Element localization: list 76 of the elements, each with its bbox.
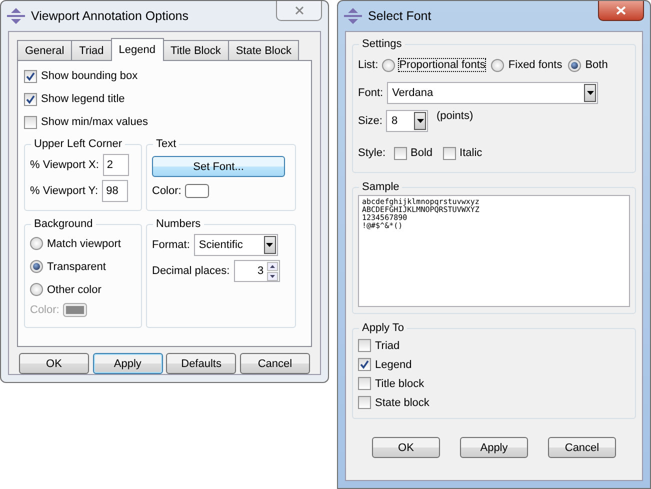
group-title: Numbers bbox=[155, 218, 202, 230]
tab[interactable]: General bbox=[17, 40, 72, 60]
checkbox-label[interactable]: Show min/max values bbox=[41, 116, 148, 128]
radio-button[interactable] bbox=[382, 58, 396, 72]
app-icon bbox=[7, 8, 25, 24]
dialog-button[interactable]: Apply bbox=[92, 353, 163, 374]
size-dropdown[interactable]: 8 bbox=[386, 110, 428, 132]
checkbox-label[interactable]: State block bbox=[375, 396, 430, 408]
radio-button[interactable] bbox=[30, 260, 43, 273]
radio-button[interactable] bbox=[30, 237, 43, 250]
field-label: Format: bbox=[152, 239, 190, 251]
color-swatch[interactable] bbox=[185, 184, 210, 198]
input-field[interactable]: 98 bbox=[102, 180, 128, 202]
checkbox[interactable] bbox=[358, 377, 371, 390]
close-button[interactable] bbox=[598, 1, 644, 21]
radio-label[interactable]: Fixed fonts bbox=[508, 59, 562, 71]
field-label: Style: bbox=[358, 147, 386, 159]
dialog-button[interactable]: Cancel bbox=[548, 437, 616, 458]
input-field[interactable]: 2 bbox=[102, 154, 129, 176]
checkbox[interactable] bbox=[394, 146, 407, 160]
tab[interactable]: Legend bbox=[110, 38, 164, 61]
checkbox-label[interactable]: Legend bbox=[375, 358, 412, 370]
checkbox[interactable] bbox=[358, 396, 371, 409]
dialog-button[interactable]: Defaults bbox=[166, 353, 236, 374]
checkbox-label[interactable]: Title block bbox=[375, 378, 424, 390]
radio-label[interactable]: Match viewport bbox=[47, 238, 121, 250]
color-label: Color: bbox=[30, 304, 60, 316]
tab[interactable]: State Block bbox=[228, 40, 300, 60]
radio-label[interactable]: Transparent bbox=[47, 260, 106, 272]
radio-button[interactable] bbox=[30, 283, 43, 296]
spin-arrows-icon[interactable] bbox=[266, 262, 278, 280]
set-font-button[interactable]: Set Font... bbox=[152, 156, 285, 177]
checkbox[interactable] bbox=[358, 358, 371, 371]
color-swatch[interactable] bbox=[63, 303, 88, 317]
color-label: Color: bbox=[152, 185, 182, 197]
dialog-button[interactable]: Apply bbox=[460, 437, 528, 458]
checkbox[interactable] bbox=[24, 92, 37, 106]
app-icon bbox=[344, 8, 362, 24]
radio-label[interactable]: Other color bbox=[47, 284, 102, 296]
spin-field[interactable]: 3 bbox=[234, 260, 280, 282]
field-label: Decimal places: bbox=[152, 265, 230, 277]
field-label: List: bbox=[358, 59, 378, 71]
tab[interactable]: Triad bbox=[71, 40, 112, 60]
field-label: % Viewport X: bbox=[30, 159, 99, 171]
radio-button[interactable] bbox=[568, 58, 582, 72]
field-label: Font: bbox=[358, 87, 384, 99]
checkbox[interactable] bbox=[358, 339, 371, 352]
font-dropdown[interactable]: Verdana bbox=[387, 82, 598, 104]
checkbox-label[interactable]: Triad bbox=[375, 340, 400, 352]
radio-label[interactable]: Proportional fonts bbox=[399, 59, 486, 71]
radio-button[interactable] bbox=[491, 58, 504, 72]
window-title: Viewport Annotation Options bbox=[31, 9, 189, 23]
close-icon[interactable] bbox=[294, 6, 304, 15]
dialog-button[interactable]: Cancel bbox=[240, 353, 310, 374]
group-title: Text bbox=[155, 138, 178, 150]
checkbox-label[interactable]: Show legend title bbox=[41, 93, 125, 105]
field-label: Size: bbox=[358, 115, 382, 127]
checkbox[interactable] bbox=[24, 116, 37, 128]
group-title: Apply To bbox=[361, 322, 405, 334]
field-label: % Viewport Y: bbox=[30, 185, 98, 197]
radio-label[interactable]: Both bbox=[585, 59, 608, 71]
unit-label: (points) bbox=[436, 110, 474, 122]
checkbox-label[interactable]: Show bounding box bbox=[41, 70, 138, 82]
checkbox[interactable] bbox=[24, 70, 37, 82]
format-dropdown[interactable]: Scientific bbox=[194, 234, 278, 256]
group-title: Settings bbox=[361, 38, 403, 50]
tab[interactable]: Title Block bbox=[162, 40, 229, 60]
group-title: Upper Left Corner bbox=[33, 138, 124, 150]
group-title: Sample bbox=[361, 181, 400, 193]
checkbox[interactable] bbox=[442, 146, 456, 160]
dialog-button[interactable]: OK bbox=[372, 437, 440, 458]
dialog-button[interactable]: OK bbox=[19, 353, 89, 374]
window-title: Select Font bbox=[368, 9, 432, 23]
checkbox-label[interactable]: Italic bbox=[460, 147, 482, 159]
checkbox-label[interactable]: Bold bbox=[410, 147, 433, 159]
group-title: Background bbox=[33, 218, 94, 230]
